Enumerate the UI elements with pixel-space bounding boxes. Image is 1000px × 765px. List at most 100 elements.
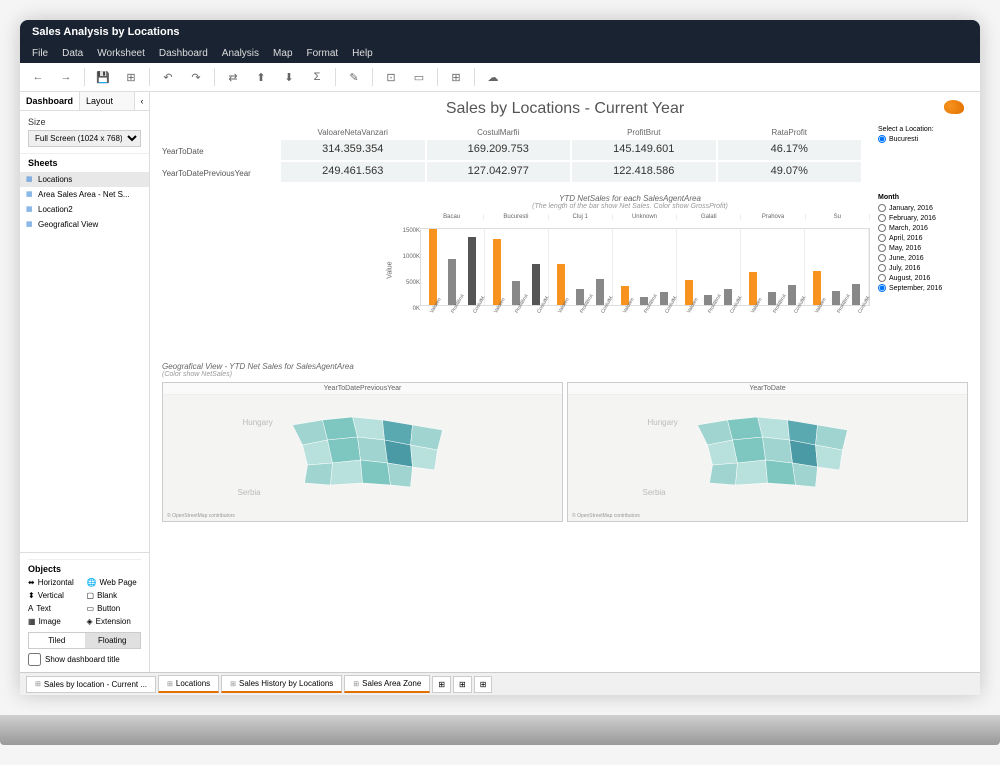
tab-layout[interactable]: Layout [80,92,135,110]
chart-title: YTD NetSales for each SalesAgentArea [390,194,870,203]
menu-map[interactable]: Map [273,48,292,59]
tab-dashboard[interactable]: Dashboard [20,92,80,110]
month-radio[interactable] [878,244,886,252]
kpi-row-labels: YearToDate YearToDatePreviousYear [162,126,272,184]
menu-format[interactable]: Format [307,48,339,59]
bar[interactable] [493,239,501,305]
month-radio[interactable] [878,204,886,212]
totals-button[interactable]: Σ [307,67,327,87]
dashboard-title: Sales by Locations - Current Year [162,100,968,118]
geo-title: Geografical View - YTD Net Sales for Sal… [162,362,968,371]
objects-header: Objects [28,559,141,578]
menu-data[interactable]: Data [62,48,83,59]
new-sheet-button[interactable]: ⊞ [432,676,451,693]
month-radio[interactable] [878,234,886,242]
bar[interactable] [852,284,860,305]
kpi-row: 314.359.354169.209.753145.149.60146.17% [280,139,862,161]
kpi-row: 249.461.563127.042.977122.418.58649.07% [280,161,862,183]
svg-text:Hungary: Hungary [648,418,678,427]
logo-icon [944,100,964,114]
highlight-button[interactable]: ✎ [344,67,364,87]
worksheet-tab[interactable]: ⊞Locations [158,675,219,693]
bar[interactable] [429,229,437,305]
menu-worksheet[interactable]: Worksheet [97,48,145,59]
map-view[interactable]: YearToDateHungarySerbiaRomania© OpenStre… [567,382,968,522]
location-radio[interactable] [878,135,886,143]
menu-dashboard[interactable]: Dashboard [159,48,208,59]
forward-button[interactable]: → [56,67,76,87]
presentation-button[interactable]: ▭ [409,67,429,87]
month-radio[interactable] [878,214,886,222]
menu-help[interactable]: Help [352,48,373,59]
kpi-header: ValoareNetaVanzari [280,126,426,139]
month-radio[interactable] [878,284,886,292]
back-button[interactable]: ← [28,67,48,87]
bar[interactable] [832,291,840,305]
undo-button[interactable]: ↶ [158,67,178,87]
svg-text:Hungary: Hungary [243,418,273,427]
sort-asc-button[interactable]: ⬆ [251,67,271,87]
menubar: File Data Worksheet Dashboard Analysis Map For… [20,44,980,63]
new-data-button[interactable]: ⊞ [121,67,141,87]
sheet-item[interactable]: Locations [20,172,149,187]
bar[interactable] [596,279,604,305]
size-select[interactable]: Full Screen (1024 x 768) [28,130,141,147]
month-filter: Month January, 2016February, 2016March, … [878,194,968,354]
object-vertical[interactable]: ⬍Vertical [28,591,83,600]
sheet-item[interactable]: Geografical View [20,217,149,232]
month-radio[interactable] [878,274,886,282]
floating-button[interactable]: Floating [85,633,141,648]
window-title: Sales Analysis by Locations [20,20,980,44]
toolbar: ← → 💾 ⊞ ↶ ↷ ⇄ ⬆ ⬇ Σ ✎ ⊡ ▭ ⊞ ☁ [20,63,980,92]
worksheet-tab[interactable]: ⊞Sales by location - Current ... [26,676,156,693]
bar[interactable] [724,289,732,305]
kpi-table: ValoareNetaVanzariCostulMarfiiProfitBrut… [280,126,862,184]
svg-text:Serbia: Serbia [238,488,262,497]
worksheet-tab[interactable]: ⊞Sales Area Zone [344,675,430,693]
month-radio[interactable] [878,264,886,272]
fit-button[interactable]: ⊡ [381,67,401,87]
bar[interactable] [788,285,796,305]
object-image[interactable]: ▦Image [28,617,83,626]
sheets-header: Sheets [20,153,149,172]
save-button[interactable]: 💾 [93,67,113,87]
map-view[interactable]: YearToDatePreviousYearHungarySerbiaRoman… [162,382,563,522]
month-radio[interactable] [878,224,886,232]
bar[interactable] [660,292,668,305]
bar[interactable] [532,264,540,305]
object-button[interactable]: ▭Button [87,604,142,613]
show-title-checkbox[interactable] [28,653,41,666]
tiled-button[interactable]: Tiled [29,633,85,648]
new-story-button[interactable]: ⊞ [474,676,493,693]
show-me-button[interactable]: ⊞ [446,67,466,87]
sheet-item[interactable]: Location2 [20,202,149,217]
worksheet-tab[interactable]: ⊞Sales History by Locations [221,675,342,693]
menu-file[interactable]: File [32,48,48,59]
sheet-item[interactable]: Area Sales Area - Net S... [20,187,149,202]
bar[interactable] [448,259,456,305]
chart-subtitle: (The length of the bar show Net Sales. C… [390,203,870,210]
share-button[interactable]: ☁ [483,67,503,87]
show-title-label: Show dashboard title [45,655,120,664]
sort-desc-button[interactable]: ⬇ [279,67,299,87]
object-horizontal[interactable]: ⬌Horizontal [28,578,83,587]
location-filter-label: Select a Location: [878,126,968,133]
object-extension[interactable]: ◈Extension [87,617,142,626]
collapse-sidebar-button[interactable]: ‹ [135,92,149,110]
month-radio[interactable] [878,254,886,262]
geo-subtitle: (Color show NetSales) [162,371,968,378]
kpi-header: ProfitBrut [571,126,717,139]
bar[interactable] [468,237,476,305]
swap-button[interactable]: ⇄ [223,67,243,87]
svg-text:Serbia: Serbia [643,488,667,497]
worksheet-tabs: ⊞Sales by location - Current ...⊞Locatio… [20,672,980,695]
object-text[interactable]: AText [28,604,83,613]
bar-chart[interactable]: YTD NetSales for each SalesAgentArea (Th… [390,194,870,354]
object-blank[interactable]: ▢Blank [87,591,142,600]
redo-button[interactable]: ↷ [186,67,206,87]
new-dashboard-button[interactable]: ⊞ [453,676,472,693]
dashboard-canvas: Sales by Locations - Current Year YearTo… [150,92,980,672]
object-web-page[interactable]: 🌐Web Page [87,578,142,587]
kpi-header: CostulMarfii [426,126,572,139]
menu-analysis[interactable]: Analysis [222,48,259,59]
